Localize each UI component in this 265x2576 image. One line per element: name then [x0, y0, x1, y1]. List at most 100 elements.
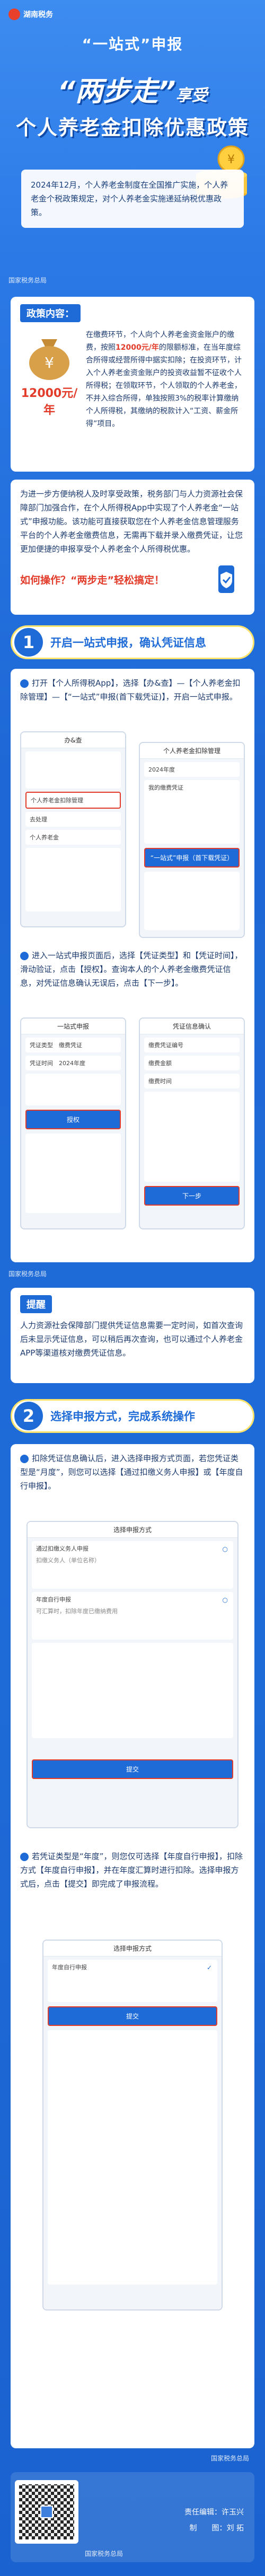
option-annual-sub: 可汇算时，扣除年度已缴纳费用 — [36, 1608, 118, 1615]
qr-center-logo — [40, 2506, 53, 2518]
step1-banner: 1 开启一站式申报，确认凭证信息 — [11, 625, 254, 659]
phone-screen-3: 一站式申报 凭证类型 缴费凭证 凭证时间 2024年度 授权 — [20, 1017, 126, 1229]
option-withholding-sub: 扣缴义务人（单位名称） — [36, 1557, 100, 1564]
submit-button[interactable]: 提交 — [32, 1759, 233, 1779]
step1-title: 开启一站式申报，确认凭证信息 — [50, 636, 206, 649]
footer-editor: 责任编辑：许玉兴 — [184, 2508, 244, 2517]
phone6-title: 选择申报方式 — [43, 1941, 222, 1957]
phone4-blank — [144, 1092, 240, 1182]
how-to-question: 如何操作？“两步走”轻松搞定！ — [20, 574, 164, 586]
slider-verify[interactable] — [25, 1074, 121, 1105]
hero-title-line2: 个人养老金扣除优惠政策 — [15, 116, 249, 139]
bullet-icon — [20, 679, 29, 688]
policy-text-2: 的限额标准，在当年度综合所得或经营所得中据实扣除；在投资环节，计入个人养老金资金… — [86, 343, 242, 428]
one-stop-heading: “一站式”申报 — [82, 36, 183, 53]
bullet-icon — [20, 1454, 29, 1463]
step1-number: 1 — [14, 628, 43, 657]
phone1-row3: 个人养老金 — [30, 834, 59, 841]
phone3-title: 一站式申报 — [21, 1019, 125, 1034]
phone5-title: 选择申报方式 — [28, 1522, 237, 1538]
hero-title-line1: “两步走”享受 — [0, 69, 265, 109]
hero-title-part1: “两步走” — [57, 76, 176, 108]
step2-instruction-b-box: 若凭证类型是“年度”，则您仅可选择【年度自行申报】，扣除方式【年度自行申报】，并… — [16, 1849, 249, 1929]
phone4-title: 凭证信息确认 — [140, 1019, 244, 1034]
money-bag-illustration: ¥ 12000元/年 — [20, 329, 78, 430]
option-annual-self[interactable]: 年度自行申报 可汇算时，扣除年度已缴纳费用 ○ — [32, 1592, 233, 1640]
authorize-button[interactable]: 授权 — [25, 1110, 121, 1129]
checkmark-icon: ✓ — [206, 1964, 212, 1971]
option-withholding[interactable]: 通过扣缴义务人申报 扣缴义务人（单位名称） ○ — [32, 1541, 233, 1589]
step2-instruction-a: 扣除凭证信息确认后，进入选择申报方式页面，若您凭证类型是“月度”，则您可以选择【… — [20, 1451, 245, 1493]
phone1-row-todo[interactable]: 去处理 — [25, 812, 121, 827]
step2-instruction-b-text: 若凭证类型是“年度”，则您仅可选择【年度自行申报】，扣除方式【年度自行申报】，并… — [20, 1852, 243, 1889]
time-value: 2024年度 — [59, 1060, 85, 1067]
phone6-blank — [48, 2030, 217, 2285]
shield-phone-icon — [218, 565, 234, 593]
type-value: 缴费凭证 — [59, 1042, 82, 1049]
step1-instruction-b: 进入一站式申报页面后，选择【凭证类型】和【凭证时间】，滑动验证，点击【授权】。查… — [20, 949, 245, 990]
watermark: 国家税务总局 — [8, 1270, 47, 1278]
step1-instruction-b-text: 进入一站式申报页面后，选择【凭证类型】和【凭证时间】，滑动验证，点击【授权】。查… — [20, 951, 243, 988]
phone2-title: 个人养老金扣除管理 — [140, 743, 244, 759]
svg-text:¥: ¥ — [45, 354, 54, 371]
phone1-title: 办&查 — [21, 732, 125, 748]
brand-logo: 湖南税务 — [8, 8, 53, 20]
step2-number: 2 — [14, 1402, 43, 1430]
phone2-list — [144, 872, 240, 930]
policy-text: 在缴费环节，个人向个人养老金资金账户的缴费，按照12000元/年的限额标准，在当… — [86, 329, 245, 430]
qr-code-icon — [19, 2484, 74, 2539]
type-label: 凭证类型 — [30, 1042, 53, 1049]
phone-screen-1: 办&查 个人养老金扣除管理 去处理 个人养老金 — [20, 731, 126, 927]
policy-text-highlight: 12000元/年 — [116, 343, 159, 352]
radio-icon[interactable]: ○ — [223, 1596, 228, 1604]
one-stop-download-button[interactable]: “一站式”申报（首下载凭证） — [144, 848, 240, 867]
phone1-row-pension[interactable]: 个人养老金 — [25, 830, 121, 845]
tax-emblem-icon — [8, 8, 20, 20]
phone-screen-2: 个人养老金扣除管理 2024年度 我的缴费凭证 “一站式”申报（首下载凭证） — [139, 742, 245, 938]
next-step-button[interactable]: 下一步 — [144, 1186, 240, 1206]
hero-intro-box: 2024年12月，个人养老金制度在全国推广实施，个人养老金个税政策规定，对个人养… — [21, 170, 244, 228]
qr-code — [15, 2480, 78, 2544]
option-annual-label: 年度自行申报 — [36, 1596, 71, 1603]
phone1-list — [25, 848, 121, 911]
phone3-blank — [25, 1134, 121, 1213]
phone-screen-5: 选择申报方式 通过扣缴义务人申报 扣缴义务人（单位名称） ○ 年度自行申报 可汇… — [26, 1521, 238, 1828]
phone1-banner — [25, 751, 121, 789]
convenience-card: 为进一步方便纳税人及时享受政策，税务部门与人力资源社会保障部门加强合作，在个人所… — [11, 480, 254, 615]
radio-icon[interactable]: ○ — [223, 1545, 228, 1553]
step1-instruction-a-text: 打开【个人所得税App】，选择【办&查】—【个人养老金扣除管理】—【“一站式”申… — [20, 678, 241, 702]
step2-banner: 2 选择申报方式，完成系统操作 — [11, 1399, 254, 1433]
hero-title-part2: 享受 — [175, 86, 208, 105]
option-annual-self-only[interactable]: 年度自行申报 ✓ — [48, 1960, 217, 2002]
step2-instruction-a-text: 扣除凭证信息确认后，进入选择申报方式页面，若您凭证类型是“月度”，则您可以选择【… — [20, 1454, 243, 1491]
svg-text:¥: ¥ — [227, 153, 235, 166]
tip-card: 提醒 人力资源社会保障部门提供凭证信息需要一定时间，如首次查询后未显示凭证信息，… — [11, 1288, 254, 1383]
submit-button-2[interactable]: 提交 — [48, 2006, 217, 2026]
time-label: 凭证时间 — [30, 1060, 53, 1067]
phone1-row2: 去处理 — [30, 816, 47, 823]
money-bag-icon: ¥ — [29, 339, 69, 380]
voucher-number-row: 缴费凭证编号 — [144, 1038, 240, 1052]
phone2-year: 2024年度 — [144, 762, 240, 777]
phone3-time-row[interactable]: 凭证时间 2024年度 — [25, 1056, 121, 1070]
policy-card: 政策内容： ¥ 12000元/年 在缴费环节，个人向个人养老金资金账户的缴费，按… — [11, 297, 254, 472]
amount-label: 12000元/年 — [21, 387, 78, 417]
footer-designer: 制 图：刘 拓 — [189, 2524, 244, 2533]
bullet-icon — [20, 1852, 29, 1861]
step2-title: 选择申报方式，完成系统操作 — [50, 1410, 195, 1423]
phone1-pension-entry[interactable]: 个人养老金扣除管理 — [25, 792, 121, 809]
tip-tag: 提醒 — [20, 1295, 52, 1313]
phone-screen-4: 凭证信息确认 缴费凭证编号 缴费金额 缴费时间 下一步 — [139, 1017, 245, 1229]
step1-instruction-a: 打开【个人所得税App】，选择【办&查】—【个人养老金扣除管理】—【“一站式”申… — [20, 676, 245, 704]
brand-name: 湖南税务 — [23, 11, 53, 19]
tip-text: 人力资源社会保障部门提供凭证信息需要一定时间，如首次查询后未显示凭证信息，可以稍… — [20, 1321, 243, 1358]
phone1-row1: 个人养老金扣除管理 — [31, 797, 83, 804]
phone3-type-row[interactable]: 凭证类型 缴费凭证 — [25, 1038, 121, 1052]
page: 湖南税务 “一站式”申报 “两步走”享受 个人养老金扣除优惠政策 ¥ 2024年… — [0, 0, 265, 2576]
watermark: 国家税务总局 — [8, 277, 47, 284]
option-annual-only-label: 年度自行申报 — [52, 1964, 87, 1971]
policy-tag: 政策内容： — [20, 304, 81, 322]
phone5-blank — [32, 1643, 233, 1738]
phone-screen-6: 选择申报方式 年度自行申报 ✓ 提交 — [42, 1940, 223, 2311]
watermark: 国家税务总局 — [210, 2455, 249, 2462]
